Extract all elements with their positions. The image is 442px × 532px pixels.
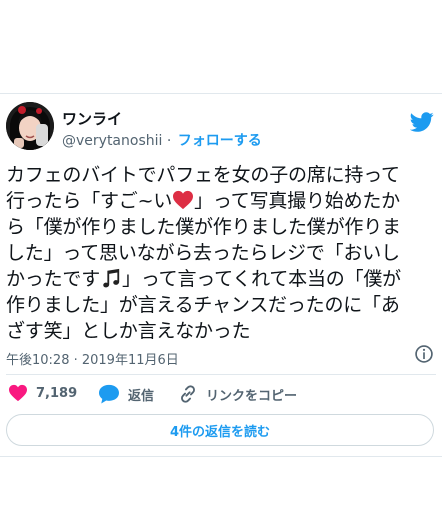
read-replies-label: 4件の返信を読む	[169, 424, 271, 440]
music-note-emoji	[103, 268, 120, 288]
tweet-line: カフェのバイトでパフェを女の子の席に持って	[6, 164, 400, 186]
avatar[interactable]	[6, 102, 54, 150]
twitter-bird-icon[interactable]	[410, 110, 434, 134]
follow-button[interactable]: フォローする	[178, 133, 262, 149]
tweet-line-part: かったです	[6, 268, 101, 290]
tweet-line-part: 」って写真撮り始めたか	[194, 190, 400, 212]
display-name[interactable]: ワンライ	[62, 108, 122, 129]
tweet-line: 作りました」が言えるチャンスだったのに「あ	[6, 294, 400, 316]
tweet-line: かったです 」って言ってくれて本当の「僕が	[6, 266, 436, 292]
like-button[interactable]: 7,189	[8, 384, 77, 402]
tweet-card: ワンライ @verytanoshii · フォローする カフェのバイトでパフェを…	[0, 93, 442, 457]
tweet-header: ワンライ @verytanoshii · フォローする	[6, 102, 436, 156]
user-handle[interactable]: @verytanoshii	[62, 133, 162, 149]
tweet-line: した」って思いながら去ったらレジで「おいし	[6, 242, 400, 264]
action-bar: 7,189 返信 リンクをコピー	[6, 382, 436, 408]
separator: ·	[166, 133, 172, 149]
tweet-timestamp[interactable]: 午後10:28 · 2019年11月6日	[6, 349, 179, 368]
red-heart-emoji	[173, 190, 194, 210]
tweet-line-part: 行ったら「すご~い	[6, 190, 173, 212]
heart-icon	[9, 384, 27, 402]
reply-label: 返信	[128, 388, 155, 404]
divider	[6, 374, 436, 375]
read-replies-button[interactable]: 4件の返信を読む	[6, 414, 434, 446]
tweet-line-part: 」って言ってくれて本当の「僕が	[122, 268, 401, 290]
tweet-line: ら「僕が作りました僕が作りました僕が作りま	[6, 216, 401, 238]
reply-button[interactable]: 返信	[98, 384, 154, 404]
tweet-text: カフェのバイトでパフェを女の子の席に持って 行ったら「すご~い 」って写真撮り始め…	[6, 162, 436, 344]
handle-row: @verytanoshii · フォローする	[62, 130, 262, 150]
reply-bubble-icon	[99, 384, 119, 404]
copy-link-button[interactable]: リンクをコピー	[178, 384, 297, 404]
tweet-line: ざす笑」としか言えなかった	[6, 320, 251, 342]
like-count: 7,189	[36, 385, 78, 401]
info-icon[interactable]	[414, 344, 434, 364]
tweet-line: 行ったら「すご~い 」って写真撮り始めたか	[6, 188, 436, 214]
copy-link-label: リンクをコピー	[206, 388, 298, 404]
link-icon	[181, 385, 195, 403]
